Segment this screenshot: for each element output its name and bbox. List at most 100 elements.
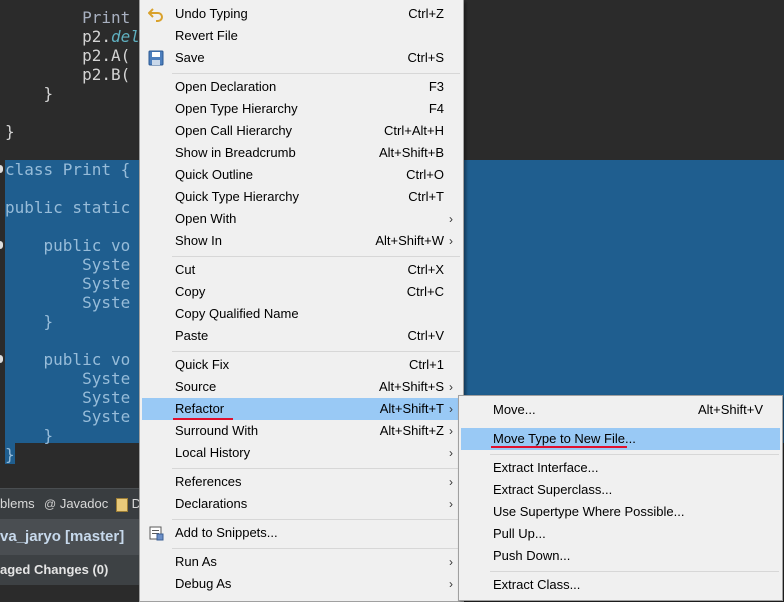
menu-item-shortcut: Alt+Shift+T bbox=[379, 401, 444, 416]
code-token: } bbox=[5, 84, 54, 103]
menu-item-cut[interactable]: Cut Ctrl+X bbox=[142, 259, 461, 281]
menu-item-shortcut: Alt+Shift+V bbox=[697, 402, 763, 417]
code-token: public static bbox=[5, 198, 131, 217]
code-line: Syste bbox=[5, 369, 130, 388]
menu-item-debug-as[interactable]: Debug As › bbox=[142, 573, 461, 595]
code-token: Syste bbox=[5, 407, 131, 426]
menu-item-revert-file[interactable]: Revert File bbox=[142, 25, 461, 47]
menu-item-label: Declarations bbox=[175, 496, 248, 511]
code-token: public vo bbox=[5, 350, 131, 369]
menu-item-paste[interactable]: Paste Ctrl+V bbox=[142, 325, 461, 347]
menu-item-label: Use Supertype Where Possible... bbox=[493, 504, 685, 519]
menu-item-label: Show In bbox=[175, 233, 222, 248]
menu-item-label: Undo Typing bbox=[175, 6, 248, 21]
menu-item-shortcut: Ctrl+C bbox=[406, 284, 444, 299]
menu-item-extract-superclass[interactable]: Extract Superclass... bbox=[461, 479, 780, 501]
menu-item-label: Local History bbox=[175, 445, 251, 460]
code-token: Syste bbox=[5, 274, 131, 293]
menu-item-shortcut: F3 bbox=[428, 79, 444, 94]
at-sign-icon: @ bbox=[44, 497, 57, 511]
menu-item-extract-interface[interactable]: Extract Interface... bbox=[461, 457, 780, 479]
menu-item-label: Add to Snippets... bbox=[175, 525, 278, 540]
menu-item-label: Extract Superclass... bbox=[493, 482, 613, 497]
menu-item-undo-typing[interactable]: Undo Typing Ctrl+Z bbox=[142, 3, 461, 25]
menu-separator bbox=[172, 73, 460, 74]
menu-item-open-call-hierarchy[interactable]: Open Call Hierarchy Ctrl+Alt+H bbox=[142, 120, 461, 142]
gutter-marker bbox=[0, 241, 3, 249]
floppy-disk-icon bbox=[148, 50, 164, 66]
menu-item-quick-type-hierarchy[interactable]: Quick Type Hierarchy Ctrl+T bbox=[142, 186, 461, 208]
code-line: Syste bbox=[5, 293, 130, 312]
bottom-views-tabbar: blems @ Javadoc D bbox=[0, 488, 145, 519]
menu-item-quick-fix[interactable]: Quick Fix Ctrl+1 bbox=[142, 354, 461, 376]
menu-item-open-with[interactable]: Open With › bbox=[142, 208, 461, 230]
tab-declaration[interactable]: D bbox=[116, 489, 141, 519]
menu-item-add-to-snippets[interactable]: Add to Snippets... bbox=[142, 522, 461, 544]
menu-item-source[interactable]: Source Alt+Shift+S › bbox=[142, 376, 461, 398]
menu-separator bbox=[490, 571, 779, 572]
menu-item-use-supertype[interactable]: Use Supertype Where Possible... bbox=[461, 501, 780, 523]
menu-item-extract-class[interactable]: Extract Class... bbox=[461, 574, 780, 596]
snippet-icon bbox=[148, 525, 164, 541]
unstaged-changes-label: aged Changes (0) bbox=[0, 562, 109, 577]
tab-javadoc[interactable]: @ Javadoc bbox=[44, 489, 108, 519]
menu-item-shortcut: F4 bbox=[428, 101, 444, 116]
menu-item-open-declaration[interactable]: Open Declaration F3 bbox=[142, 76, 461, 98]
code-token: Print bbox=[82, 8, 131, 27]
code-token: p2.A( bbox=[5, 46, 131, 65]
menu-item-shortcut: Alt+Shift+W bbox=[375, 233, 444, 248]
menu-item-shortcut: Ctrl+Z bbox=[408, 6, 444, 21]
code-token: Syste bbox=[5, 293, 131, 312]
menu-item-copy[interactable]: Copy Ctrl+C bbox=[142, 281, 461, 303]
code-token: Syste bbox=[5, 388, 131, 407]
code-token: } bbox=[5, 426, 54, 445]
tab-problems[interactable]: blems bbox=[0, 489, 35, 519]
menu-item-shortcut: Ctrl+O bbox=[406, 167, 444, 182]
menu-item-copy-qualified-name[interactable]: Copy Qualified Name bbox=[142, 303, 461, 325]
menu-item-references[interactable]: References › bbox=[142, 471, 461, 493]
menu-item-label: Quick Outline bbox=[175, 167, 254, 182]
menu-item-show-in[interactable]: Show In Alt+Shift+W › bbox=[142, 230, 461, 252]
unstaged-changes-section[interactable]: aged Changes (0) bbox=[0, 555, 145, 585]
code-token: public vo bbox=[5, 236, 131, 255]
menu-item-declarations[interactable]: Declarations › bbox=[142, 493, 461, 515]
menu-separator bbox=[172, 468, 460, 469]
menu-item-show-in-breadcrumb[interactable]: Show in Breadcrumb Alt+Shift+B bbox=[142, 142, 461, 164]
menu-item-label: Extract Class... bbox=[493, 577, 581, 592]
menu-item-shortcut: Ctrl+1 bbox=[408, 357, 444, 372]
menu-item-surround-with[interactable]: Surround With Alt+Shift+Z › bbox=[142, 420, 461, 442]
menu-separator bbox=[172, 548, 460, 549]
menu-item-label: Open Declaration bbox=[175, 79, 277, 94]
menu-item-label: Source bbox=[175, 379, 217, 394]
code-line: } bbox=[5, 445, 15, 464]
menu-item-push-down[interactable]: Push Down... bbox=[461, 545, 780, 567]
menu-item-open-type-hierarchy[interactable]: Open Type Hierarchy F4 bbox=[142, 98, 461, 120]
menu-item-save[interactable]: Save Ctrl+S bbox=[142, 47, 461, 69]
code-line: Syste bbox=[5, 274, 130, 293]
menu-item-label: Move... bbox=[493, 402, 536, 417]
menu-item-local-history[interactable]: Local History › bbox=[142, 442, 461, 464]
gutter-marker bbox=[0, 165, 3, 173]
chevron-right-icon: › bbox=[449, 446, 453, 460]
code-line: p2.del bbox=[5, 27, 140, 46]
code-token: Syste bbox=[5, 255, 131, 274]
menu-separator bbox=[172, 351, 460, 352]
chevron-right-icon: › bbox=[449, 577, 453, 591]
refactor-submenu: Move... Alt+Shift+V Move Type to New Fil… bbox=[458, 395, 783, 601]
undo-arrow-icon bbox=[147, 6, 164, 22]
menu-item-label: Save bbox=[175, 50, 205, 65]
chevron-right-icon: › bbox=[449, 424, 453, 438]
code-token: p2.B( bbox=[5, 65, 131, 84]
chevron-right-icon: › bbox=[449, 212, 453, 226]
menu-item-quick-outline[interactable]: Quick Outline Ctrl+O bbox=[142, 164, 461, 186]
menu-item-run-as[interactable]: Run As › bbox=[142, 551, 461, 573]
code-token: } bbox=[5, 445, 15, 464]
code-line: Syste bbox=[5, 255, 130, 274]
menu-item-move[interactable]: Move... Alt+Shift+V bbox=[461, 399, 780, 421]
menu-item-refactor[interactable]: Refactor Alt+Shift+T › bbox=[142, 398, 461, 420]
menu-item-label: Quick Fix bbox=[175, 357, 230, 372]
menu-item-label: Paste bbox=[175, 328, 209, 343]
menu-item-label: Extract Interface... bbox=[493, 460, 599, 475]
menu-item-pull-up[interactable]: Pull Up... bbox=[461, 523, 780, 545]
